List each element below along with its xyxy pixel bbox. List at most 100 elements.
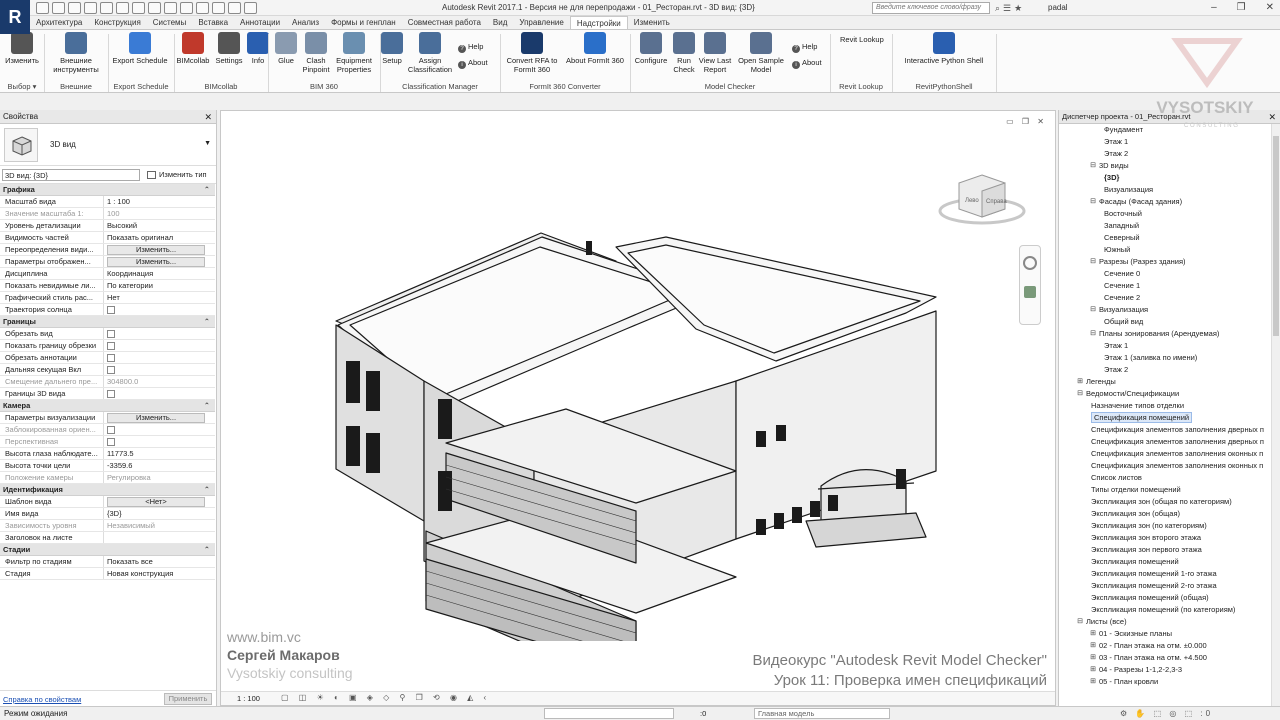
help-button-1[interactable]: ? Help [458,42,483,53]
browser-node[interactable]: Спецификация помещений [1059,412,1280,424]
design-option-select[interactable]: Главная модель [754,708,890,719]
viewcube-face-right[interactable]: Справа [986,199,1007,205]
app-menu-button[interactable]: R [0,0,30,34]
browser-node[interactable]: Экспликация зон первого этажа [1059,544,1280,556]
browser-node[interactable]: Экспликация помещений 2-го этажа [1059,580,1280,592]
collapse-icon[interactable]: ⌃ [204,400,210,412]
property-checkbox[interactable] [107,390,115,398]
view-control-icons[interactable]: ▢ ◫ ☀ ◐ ▣ ◈ ◇ ⚲ ❐ ⟲ ◉ ◭ ‹ [281,693,490,702]
property-edit-button[interactable]: Изменить... [107,257,205,267]
browser-node[interactable]: ⊟ Планы зонирования (Арендуемая) [1059,328,1280,340]
property-value[interactable]: Показать оригинал [104,232,215,243]
equipment-button[interactable]: Equipment Properties [334,32,374,74]
undo-icon[interactable] [84,2,97,14]
gear-button[interactable]: Settings [214,32,244,65]
browser-node[interactable]: Спецификация элементов заполнения оконны… [1059,448,1280,460]
view-scale[interactable]: 1 : 100 [237,694,260,703]
property-value[interactable]: -3359.6 [104,460,215,471]
collapse-icon[interactable]: ⊟ [1089,162,1097,170]
thin-lines-icon[interactable] [212,2,225,14]
apply-button[interactable]: Применить [164,693,212,705]
browser-node[interactable]: Типы отделки помещений [1059,484,1280,496]
expand-icon[interactable]: ⊞ [1076,378,1084,386]
browser-scrollbar[interactable] [1271,124,1280,706]
properties-section[interactable]: Границы ⌃ [0,316,215,328]
redo-icon[interactable] [100,2,113,14]
expand-icon[interactable]: ⊞ [1089,654,1097,662]
tab-11[interactable]: Изменить [628,16,676,29]
browser-node[interactable]: Экспликация зон (общая по категориям) [1059,496,1280,508]
configure-button[interactable]: Configure [631,32,671,65]
text-icon[interactable] [164,2,177,14]
assign-button[interactable]: Assign Classification [407,32,453,74]
browser-node[interactable]: Экспликация помещений (общая) [1059,592,1280,604]
section-icon[interactable] [196,2,209,14]
browser-node[interactable]: Сечение 0 [1059,268,1280,280]
switch-windows-icon[interactable] [244,2,257,14]
clash-button[interactable]: Clash Pinpoint [300,32,332,74]
browser-node[interactable]: ⊟ Фасады (Фасад здания) [1059,196,1280,208]
info-button[interactable]: Info [246,32,270,65]
tab-8[interactable]: Вид [487,16,513,29]
properties-section[interactable]: Стадии ⌃ [0,544,215,556]
collapse-icon[interactable]: ⌃ [204,544,210,556]
search-input[interactable]: Введите ключевое слово/фразу [872,2,990,14]
browser-node[interactable]: Этаж 1 [1059,136,1280,148]
zoom-icon[interactable] [1024,286,1036,298]
browser-node[interactable]: {3D} [1059,172,1280,184]
browser-node[interactable]: ⊞ 04 - Разрезы 1-1,2-2,3-3 [1059,664,1280,676]
browser-node[interactable]: ⊞ 03 - План этажа на отм. +4.500 [1059,652,1280,664]
browser-node[interactable]: Экспликация зон второго этажа [1059,532,1280,544]
property-checkbox[interactable] [107,354,115,362]
browser-node[interactable]: Экспликация зон (общая) [1059,508,1280,520]
property-value[interactable]: Нет [104,292,215,303]
browser-node[interactable]: ⊞ 02 - План этажа на отм. ±0.000 [1059,640,1280,652]
python-button[interactable]: Interactive Python Shell [899,32,989,65]
collapse-icon[interactable]: ⊟ [1089,198,1097,206]
open-icon[interactable] [36,2,49,14]
property-edit-button[interactable]: <Нет> [107,497,205,507]
browser-node[interactable]: ⊟ Ведомости/Спецификации [1059,388,1280,400]
property-value[interactable]: Новая конструкция [104,568,215,579]
browser-node[interactable]: Этаж 1 [1059,340,1280,352]
expand-icon[interactable]: ⊞ [1089,666,1097,674]
property-value[interactable]: По категории [104,280,215,291]
revit-lookup-button[interactable]: Revit Lookup [840,35,884,45]
property-value[interactable] [104,532,215,543]
browser-node[interactable]: Фундамент [1059,124,1280,136]
convert-button[interactable]: Convert RFA to FormIt 360 [506,32,558,74]
open-button[interactable]: Open Sample Model [736,32,786,74]
print-icon[interactable] [116,2,129,14]
cursor-button[interactable]: Изменить [2,32,42,65]
property-value[interactable]: Координация [104,268,215,279]
collapse-icon[interactable]: ⊟ [1076,618,1084,626]
view-window-controls[interactable]: ▭ ❐ ✕ [1006,117,1047,126]
property-checkbox[interactable] [107,342,115,350]
browser-node[interactable]: Экспликация помещений 1-го этажа [1059,568,1280,580]
browser-node[interactable]: Сечение 2 [1059,292,1280,304]
collapse-icon[interactable]: ⊟ [1076,390,1084,398]
browser-node[interactable]: Этаж 2 [1059,364,1280,376]
help-button-2[interactable]: ? Help [792,42,817,53]
collapse-icon[interactable]: ⊟ [1089,258,1097,266]
browser-node[interactable]: Общий вид [1059,316,1280,328]
tab-3[interactable]: Вставка [192,16,234,29]
close-icon[interactable]: ✕ [204,110,212,124]
browser-node[interactable]: ⊞ 01 - Эскизные планы [1059,628,1280,640]
tab-7[interactable]: Совместная работа [402,16,487,29]
edit-type-button[interactable]: Изменить тип [145,169,207,181]
minimize-icon[interactable]: – [1211,0,1217,16]
browser-node[interactable]: Этаж 1 (заливка по имени) [1059,352,1280,364]
browser-node[interactable]: ⊞ 05 - План кровли [1059,676,1280,688]
browser-node[interactable]: ⊟ Разрезы (Разрез здания) [1059,256,1280,268]
properties-help-link[interactable]: Справка по свойствам [3,695,81,704]
search-icon[interactable]: ⌕ [995,2,1000,14]
browser-node[interactable]: ⊟ Листы (все) [1059,616,1280,628]
tab-10[interactable]: Надстройки [569,16,628,29]
3d-view-canvas[interactable]: ▭ ❐ ✕ Лево Справа www.bim.vc Сергей Мака… [220,110,1056,706]
property-value[interactable]: 1 : 100 [104,196,215,207]
expand-icon[interactable]: ⊞ [1089,642,1097,650]
property-value[interactable]: Высокий [104,220,215,231]
report-button[interactable]: View Last Report [695,32,735,74]
browser-node[interactable]: Сечение 1 [1059,280,1280,292]
